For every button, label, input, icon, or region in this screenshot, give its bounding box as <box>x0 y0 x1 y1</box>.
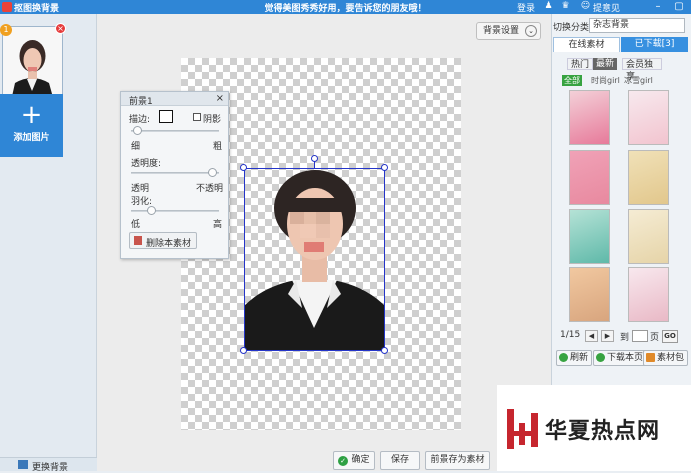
check-icon: ✓ <box>338 456 348 466</box>
feedback-link[interactable]: 提意见 <box>593 1 620 14</box>
delete-material-label: 删除本素材 <box>146 239 192 249</box>
plus-icon: + <box>20 100 43 130</box>
refresh-icon <box>559 353 568 362</box>
feather-knob[interactable] <box>146 206 156 215</box>
category-select[interactable]: 杂志背景 <box>589 18 685 33</box>
border-width-slider[interactable] <box>131 126 219 135</box>
shadow-label: 阴影 <box>203 115 222 125</box>
thick-label: 粗 <box>213 142 223 152</box>
material-pack-label: 素材包 <box>657 353 685 363</box>
material-thumbnail[interactable] <box>628 90 669 145</box>
background-settings-label: 背景设置 <box>483 26 520 36</box>
download-page-button[interactable]: 下载本页 <box>593 350 648 366</box>
watermark-text: 华夏热点网 <box>545 419 661 444</box>
skin-icon[interactable]: ♛ <box>560 1 571 12</box>
add-image-button[interactable]: + 添加图片 <box>0 94 63 157</box>
material-thumbnail[interactable] <box>569 267 610 322</box>
high-label: 高 <box>213 220 223 230</box>
rotate-handle[interactable] <box>311 155 318 162</box>
refresh-label: 刷新 <box>570 353 589 363</box>
opacity-slider[interactable] <box>131 168 219 177</box>
border-color-swatch[interactable] <box>159 110 173 123</box>
save-button[interactable]: 保存 <box>380 451 420 470</box>
material-thumbnail[interactable] <box>628 150 669 205</box>
resize-handle-top-left[interactable] <box>240 164 247 171</box>
foreground-panel-title: 前景1 <box>129 97 153 107</box>
login-link[interactable]: 登录 <box>517 1 535 14</box>
material-thumbnail[interactable] <box>628 209 669 264</box>
resize-handle-bottom-right[interactable] <box>381 347 388 354</box>
tag-ice-girl[interactable]: 冰雪girl <box>624 75 653 86</box>
filter-new[interactable]: 最新 <box>593 58 618 70</box>
watermark-logo-icon <box>507 409 538 449</box>
opaque-label: 不透明 <box>196 184 224 194</box>
material-pack-button[interactable]: 素材包 <box>643 350 689 366</box>
feather-slider[interactable] <box>131 206 219 215</box>
tab-downloaded[interactable]: 已下载[3] <box>621 37 688 52</box>
border-label: 描边: <box>129 115 151 125</box>
filter-hot[interactable]: 热门 <box>567 58 594 70</box>
image-index-badge: 1 <box>0 24 12 36</box>
download-icon <box>596 353 605 362</box>
filter-vip[interactable]: 会员独享 <box>622 58 662 82</box>
low-label: 低 <box>131 220 141 230</box>
tab-online-material[interactable]: 在线素材 <box>553 37 620 52</box>
package-icon <box>646 353 655 362</box>
border-width-knob[interactable] <box>132 126 142 135</box>
title-bar: 抠图换背景 觉得美图秀秀好用，要告诉您的朋友哦！ 登录 ♟ ♛ ☺ 提意见 – … <box>0 0 691 14</box>
material-thumbnail[interactable] <box>569 209 610 264</box>
thumbnail-photo <box>3 27 62 101</box>
trash-icon <box>134 236 142 245</box>
minimize-icon[interactable]: – <box>652 1 664 13</box>
foreground-panel: 前景1 × 描边: 阴影 细 粗 透明度: 透明 不透明 羽化: 低 高 删除本… <box>120 91 229 259</box>
page-label: 页 <box>650 333 660 343</box>
material-thumbnail[interactable] <box>628 267 669 322</box>
background-icon <box>18 460 28 469</box>
refresh-button[interactable]: 刷新 <box>556 350 593 366</box>
site-watermark: 华夏热点网 <box>497 385 691 471</box>
go-button[interactable]: GO <box>662 330 678 343</box>
image-list-panel: 1 × + 添加图片 更换背景 <box>0 14 97 473</box>
change-background-label: 更换背景 <box>32 463 69 473</box>
background-settings-button[interactable]: 背景设置 ⌄ <box>476 22 541 40</box>
shadow-checkbox[interactable] <box>193 113 201 121</box>
remove-image-icon[interactable]: × <box>55 23 66 34</box>
material-thumbnail[interactable] <box>569 90 610 145</box>
download-page-label: 下载本页 <box>607 353 644 363</box>
prev-page-icon[interactable]: ◀ <box>585 330 598 342</box>
opacity-knob[interactable] <box>207 168 217 177</box>
page-indicator: 1/15 <box>560 330 581 340</box>
image-thumbnail[interactable]: 1 × <box>0 23 66 102</box>
confirm-label: 确定 <box>351 455 370 465</box>
tag-fashion-girl[interactable]: 时尚girl <box>591 75 620 86</box>
delete-material-button[interactable]: 删除本素材 <box>129 232 197 249</box>
save-foreground-as-material-button[interactable]: 前景存为素材 <box>425 451 490 470</box>
page-number-input[interactable] <box>632 330 648 342</box>
resize-handle-bottom-left[interactable] <box>240 347 247 354</box>
add-image-label: 添加图片 <box>13 133 50 143</box>
category-label: 切换分类 <box>553 23 590 33</box>
goto-label: 到 <box>620 333 630 343</box>
close-icon[interactable]: × <box>216 93 224 104</box>
feather-label: 羽化: <box>131 197 153 207</box>
foreground-panel-header[interactable]: 前景1 × <box>121 92 228 107</box>
selection-frame[interactable] <box>244 168 385 351</box>
thin-label: 细 <box>131 142 141 152</box>
user-icon[interactable]: ♟ <box>543 1 554 12</box>
maximize-icon[interactable]: ▢ <box>673 1 685 13</box>
transparent-label: 透明 <box>131 184 150 194</box>
next-page-icon[interactable]: ▶ <box>601 330 614 342</box>
material-thumbnail[interactable] <box>569 150 610 205</box>
change-background-button[interactable]: 更换背景 <box>0 457 97 473</box>
tag-all[interactable]: 全部 <box>562 75 582 86</box>
confirm-button[interactable]: ✓ 确定 <box>333 451 375 470</box>
chevron-down-icon: ⌄ <box>525 25 537 37</box>
resize-handle-top-right[interactable] <box>381 164 388 171</box>
feedback-icon[interactable]: ☺ <box>580 1 591 12</box>
opacity-label: 透明度: <box>131 159 162 169</box>
